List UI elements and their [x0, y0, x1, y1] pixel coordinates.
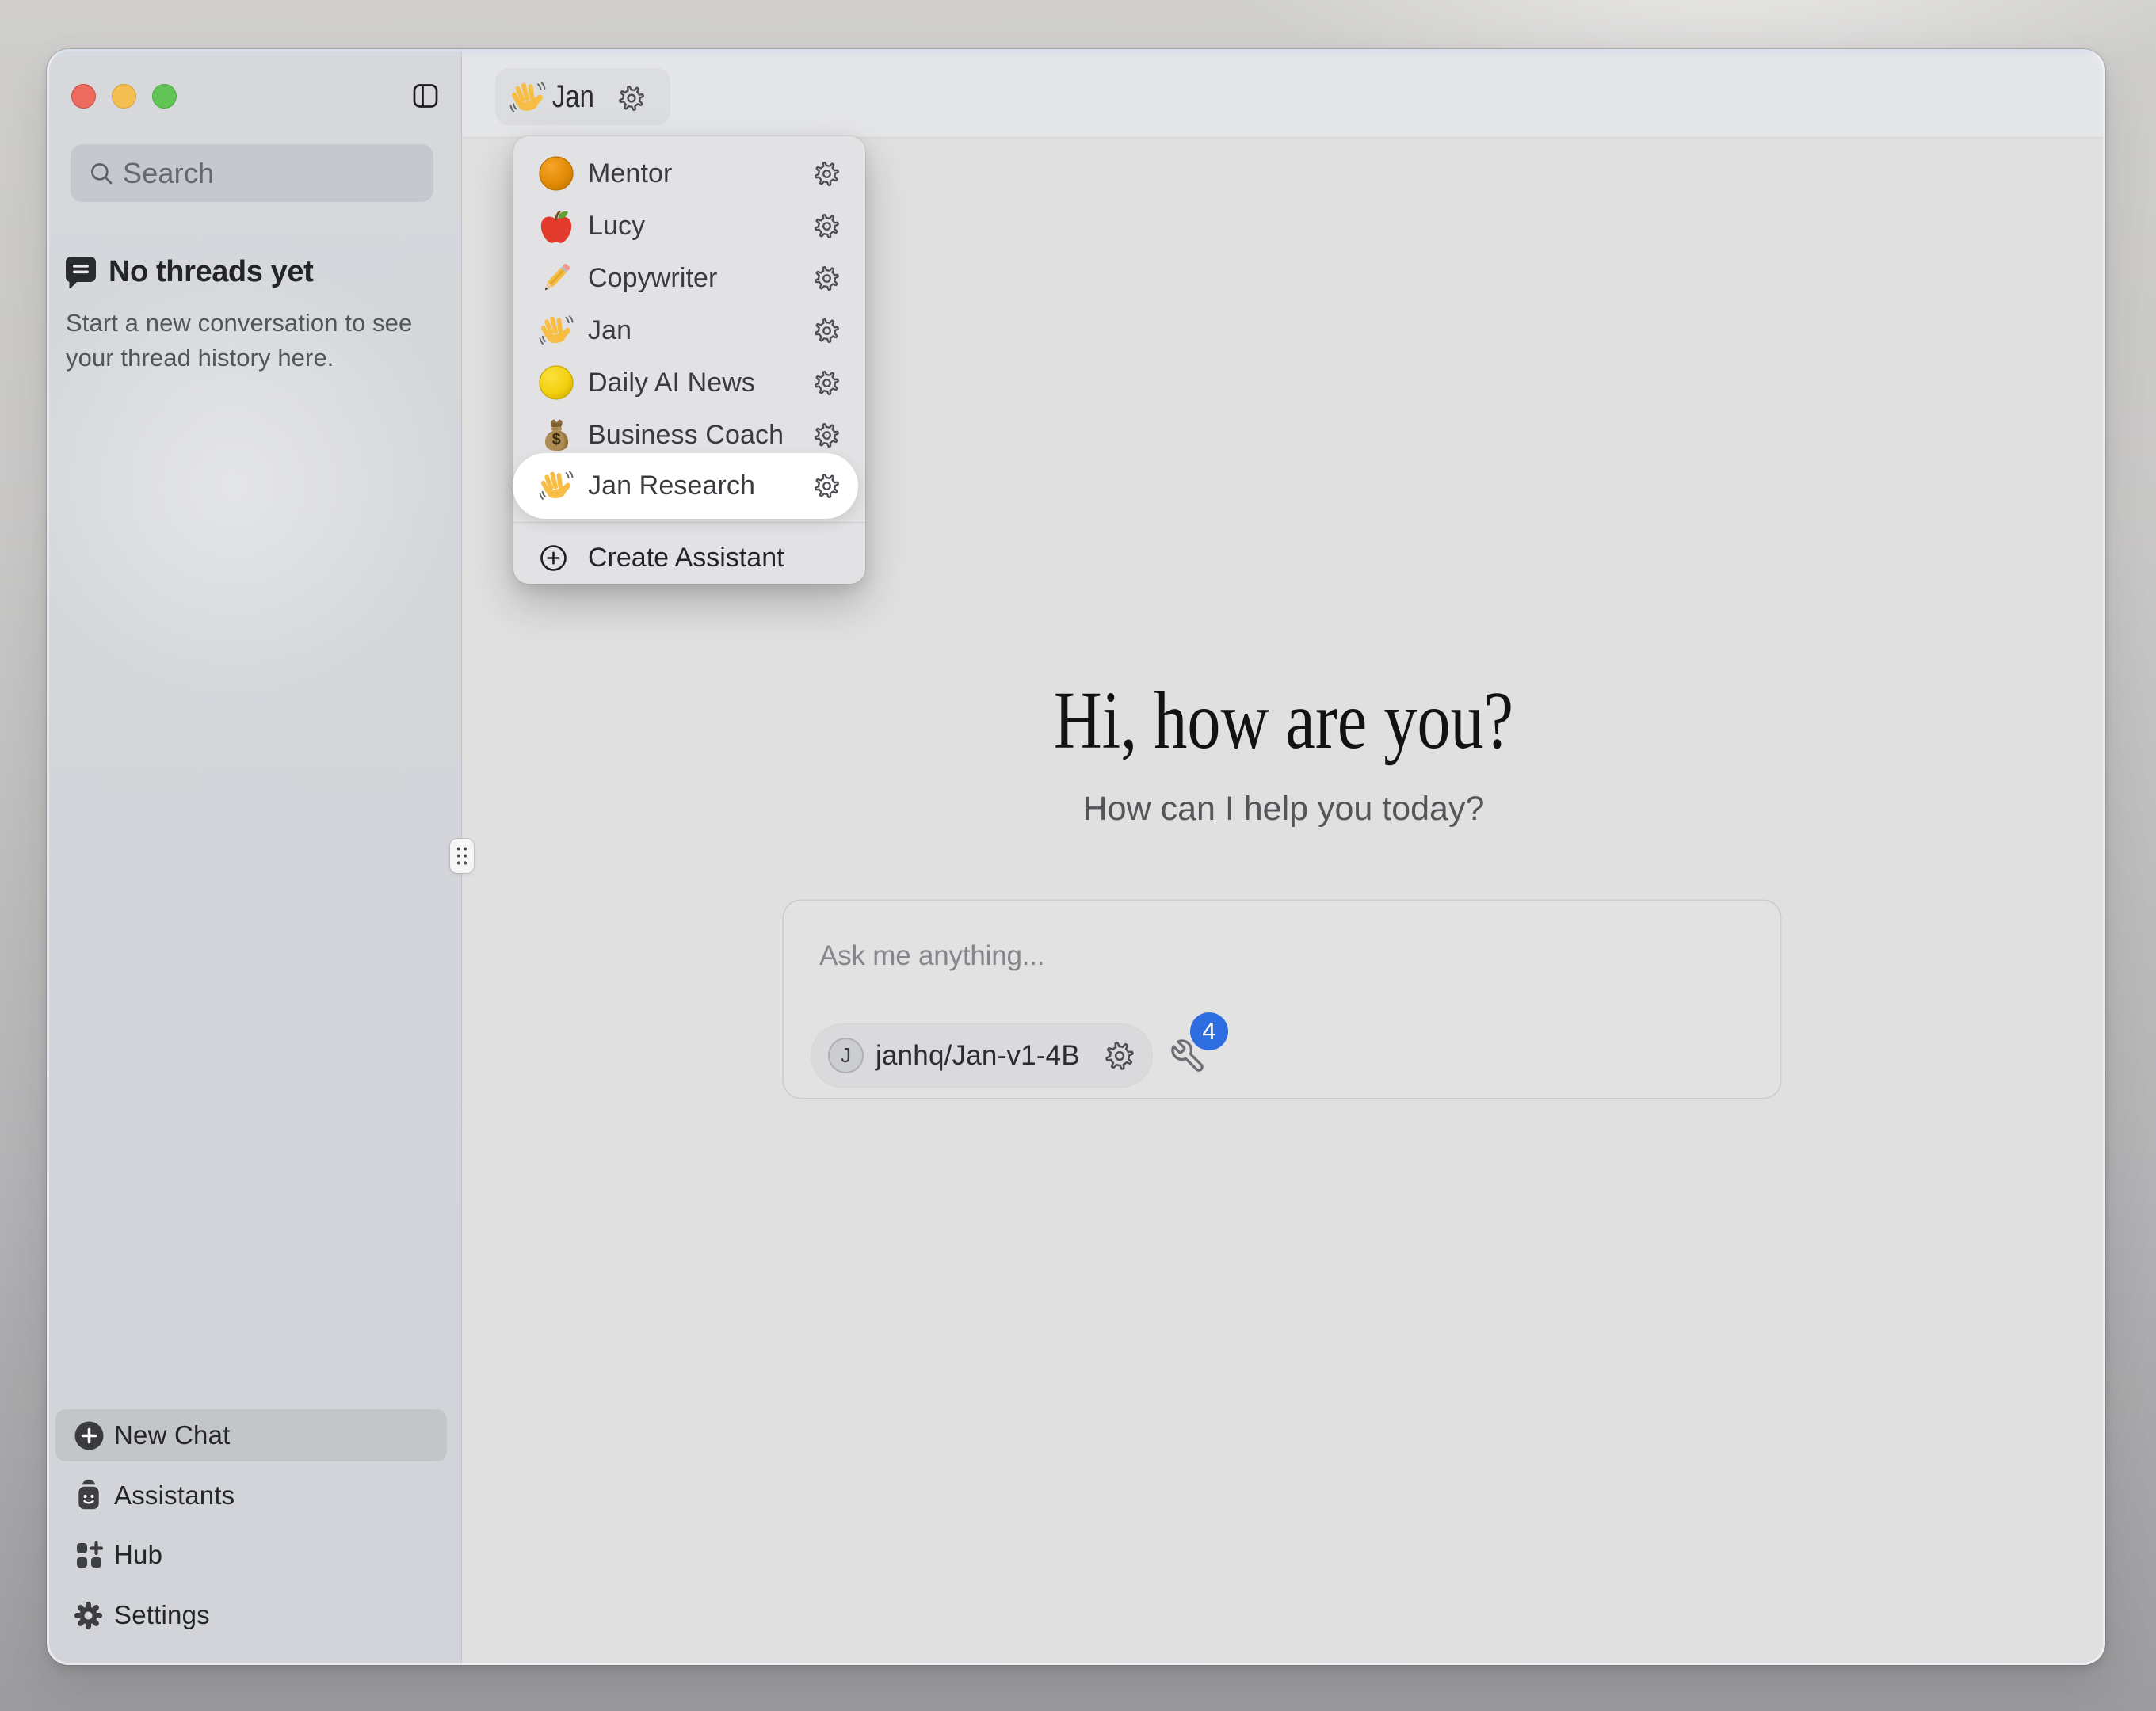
svg-text:$: $ — [552, 431, 561, 448]
